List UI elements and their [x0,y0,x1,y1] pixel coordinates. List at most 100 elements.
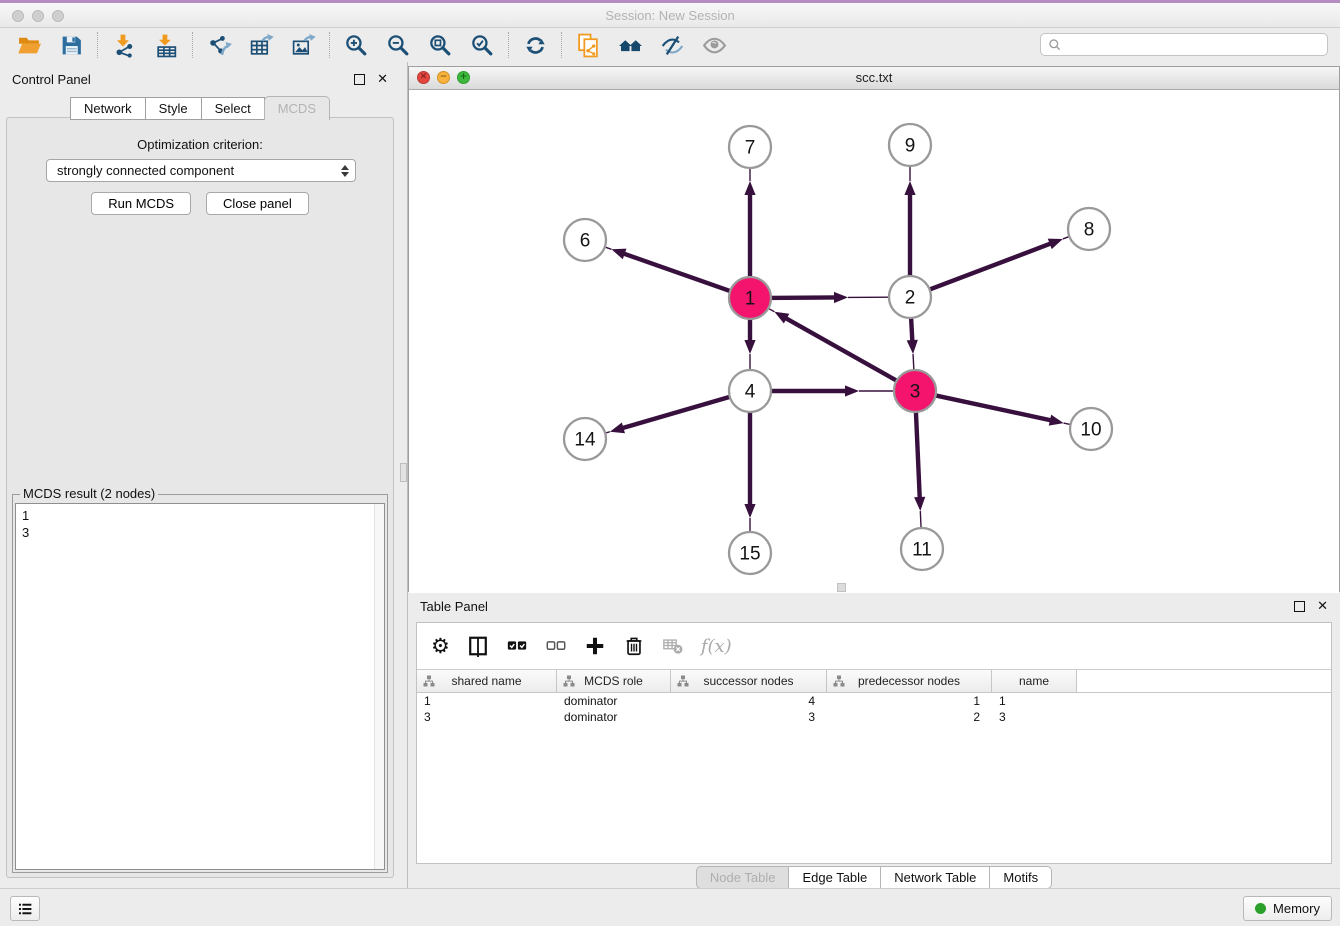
tab-style[interactable]: Style [145,97,202,120]
cell-shared-name[interactable]: 1 [417,693,557,709]
column-header-successor-nodes[interactable]: successor nodes [671,670,827,692]
network-close-icon[interactable]: ✕ [417,71,430,84]
memory-button[interactable]: Memory [1243,896,1332,921]
graph-edge-2-9[interactable] [904,167,915,279]
graph-edge-1-7[interactable] [744,169,755,280]
graph-edge-1-2[interactable] [768,292,888,303]
graph-node-7[interactable]: 7 [729,126,771,168]
mcds-result-title: MCDS result (2 nodes) [20,486,158,501]
export-network-icon[interactable] [198,30,240,60]
cell-predecessor-nodes[interactable]: 1 [827,693,992,709]
zoom-fit-content-icon[interactable] [419,30,461,60]
cell-successor-nodes[interactable]: 4 [671,693,827,709]
tab-node-table[interactable]: Node Table [696,866,790,889]
run-mcds-button[interactable]: Run MCDS [91,192,191,215]
cell-MCDS-role[interactable]: dominator [557,709,671,725]
svg-text:10: 10 [1080,420,1101,441]
tab-motifs[interactable]: Motifs [989,866,1052,889]
graph-edge-3-1[interactable] [769,309,899,382]
panel-splitter[interactable] [400,62,408,888]
deselect-all-columns-icon[interactable] [545,635,567,657]
column-header-shared-name[interactable]: shared name [417,670,557,692]
table-rows: 1dominator4113dominator323 [417,693,1331,725]
network-graph[interactable]: 7 9 6 8 1 2 4 3 14 10 15 11 [409,90,1339,593]
cell-name[interactable]: 3 [992,709,1077,725]
open-session-icon[interactable] [8,30,50,60]
close-panel-icon[interactable]: ✕ [377,72,388,87]
svg-text:6: 6 [580,231,591,252]
mcds-panel: Optimization criterion: strongly connect… [6,117,394,878]
graph-edge-4-3[interactable] [768,385,893,396]
cell-successor-nodes[interactable]: 3 [671,709,827,725]
network-canvas[interactable]: 7 9 6 8 1 2 4 3 14 10 15 11 [409,90,1339,593]
tab-select[interactable]: Select [201,97,265,120]
export-table-icon[interactable] [240,30,282,60]
export-image-icon[interactable] [282,30,324,60]
graph-edge-3-10[interactable] [933,395,1070,426]
network-maximize-icon[interactable]: + [457,71,470,84]
graph-node-8[interactable]: 8 [1068,208,1110,250]
graph-edge-3-11[interactable] [914,409,925,527]
save-session-icon[interactable] [50,30,92,60]
close-table-panel-icon[interactable]: ✕ [1317,599,1328,614]
import-network-icon[interactable] [103,30,145,60]
task-list-button[interactable] [10,896,40,921]
close-panel-button[interactable]: Close panel [206,192,309,215]
select-all-columns-icon[interactable] [506,635,528,657]
graph-edge-4-15[interactable] [744,409,755,531]
result-scrollbar[interactable] [374,504,384,869]
table-row[interactable]: 3dominator323 [417,709,1331,725]
refresh-layout-icon[interactable] [514,30,556,60]
float-table-panel-icon[interactable] [1294,601,1305,612]
table-row[interactable]: 1dominator411 [417,693,1331,709]
graph-edge-4-14[interactable] [606,396,733,433]
search-box[interactable] [1040,33,1328,56]
graph-node-1[interactable]: 1 [729,277,771,319]
float-panel-icon[interactable] [354,74,365,85]
mcds-result-area[interactable]: 1 3 [15,503,385,870]
graph-node-10[interactable]: 10 [1070,408,1112,450]
table-settings-icon[interactable]: ⚙ [431,635,450,657]
delete-column-icon[interactable] [623,635,645,657]
graph-node-6[interactable]: 6 [564,219,606,261]
graph-node-4[interactable]: 4 [729,370,771,412]
tab-mcds[interactable]: MCDS [264,96,330,120]
zoom-in-icon[interactable] [335,30,377,60]
graph-node-14[interactable]: 14 [564,418,606,460]
graph-edge-2-3[interactable] [907,315,918,369]
split-view-icon[interactable] [467,635,489,657]
graph-node-3[interactable]: 3 [894,370,936,412]
column-header-MCDS-role[interactable]: MCDS role [557,670,671,692]
cell-name[interactable]: 1 [992,693,1077,709]
graph-node-15[interactable]: 15 [729,532,771,574]
tab-network[interactable]: Network [70,97,146,120]
graph-edge-2-8[interactable] [927,237,1069,291]
import-table-icon[interactable] [145,30,187,60]
hide-selected-icon[interactable] [651,30,693,60]
graph-node-11[interactable]: 11 [901,528,943,570]
copy-network-icon[interactable] [567,30,609,60]
tab-edge-table[interactable]: Edge Table [788,866,881,889]
show-all-icon[interactable] [693,30,735,60]
graph-edge-1-4[interactable] [744,316,755,369]
network-minimize-icon[interactable]: − [437,71,450,84]
network-window-titlebar[interactable]: ✕ − + scc.txt [409,67,1339,90]
column-header-name[interactable]: name [992,670,1077,692]
zoom-selected-icon[interactable] [461,30,503,60]
splitter-grip-icon[interactable] [400,463,407,482]
cell-predecessor-nodes[interactable]: 2 [827,709,992,725]
toolbar-separator [561,32,562,58]
graph-edge-1-6[interactable] [606,247,733,292]
graph-node-9[interactable]: 9 [889,124,931,166]
search-input[interactable] [1067,36,1327,53]
zoom-out-icon[interactable] [377,30,419,60]
tab-network-table[interactable]: Network Table [880,866,990,889]
column-header-predecessor-nodes[interactable]: predecessor nodes [827,670,992,692]
criterion-select[interactable]: strongly connected component [46,159,356,182]
graph-node-2[interactable]: 2 [889,276,931,318]
cell-MCDS-role[interactable]: dominator [557,693,671,709]
canvas-scroll-handle[interactable] [837,583,846,592]
cell-shared-name[interactable]: 3 [417,709,557,725]
add-column-icon[interactable] [584,635,606,657]
network-overview-icon[interactable] [609,30,651,60]
